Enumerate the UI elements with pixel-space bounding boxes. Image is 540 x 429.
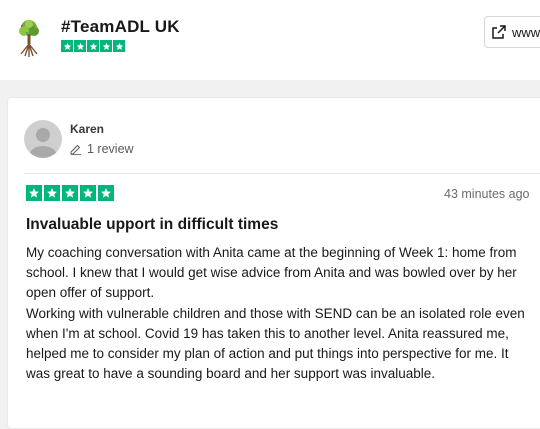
review-paragraph: My coaching conversation with Anita came… <box>26 245 517 301</box>
review-body: My coaching conversation with Anita came… <box>26 243 531 384</box>
star-icon <box>80 185 96 201</box>
pencil-icon <box>70 144 81 155</box>
company-rating-stars <box>61 40 125 52</box>
star-icon <box>74 40 86 52</box>
user-silhouette-icon <box>29 128 57 158</box>
visit-website-button[interactable]: www <box>484 16 540 48</box>
company-name[interactable]: #TeamADL UK <box>61 17 180 37</box>
review-count-label: 1 review <box>87 142 134 156</box>
website-button-label: www <box>512 25 540 40</box>
divider <box>24 173 540 174</box>
avatar[interactable] <box>24 120 62 158</box>
star-icon <box>87 40 99 52</box>
star-icon <box>98 185 114 201</box>
review-paragraph: Working with vulnerable children and tho… <box>26 305 525 382</box>
review-title[interactable]: Invaluable upport in difficult times <box>26 216 278 234</box>
tree-logo-icon[interactable] <box>16 18 42 58</box>
company-header: #TeamADL UK www <box>0 0 540 80</box>
reviewer-name[interactable]: Karen <box>70 122 104 136</box>
star-icon <box>62 185 78 201</box>
star-icon <box>113 40 125 52</box>
star-icon <box>44 185 60 201</box>
star-icon <box>26 185 42 201</box>
review-count: 1 review <box>70 142 134 156</box>
review-rating-stars <box>26 185 114 201</box>
external-link-icon <box>492 25 506 39</box>
star-icon <box>61 40 73 52</box>
review-date: 43 minutes ago <box>444 187 530 201</box>
star-icon <box>100 40 112 52</box>
